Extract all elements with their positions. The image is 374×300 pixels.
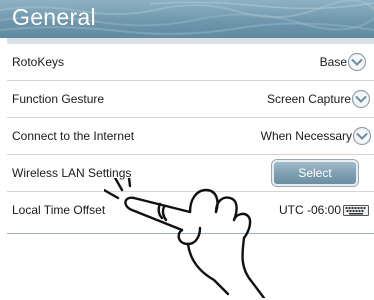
setting-label: Connect to the Internet — [12, 129, 135, 143]
setting-row-rotokeys[interactable]: RotoKeys Base — [7, 44, 374, 81]
setting-row-connect-internet[interactable]: Connect to the Internet When Necessary — [7, 118, 374, 155]
chevron-down-icon[interactable] — [347, 52, 367, 72]
setting-row-function-gesture[interactable]: Function Gesture Screen Capture — [7, 81, 374, 118]
keyboard-icon[interactable] — [343, 205, 369, 216]
chevron-down-icon[interactable] — [352, 126, 372, 146]
tap-gesture-hand-icon — [104, 178, 266, 298]
page-title: General — [12, 4, 96, 30]
setting-label: RotoKeys — [12, 55, 65, 69]
setting-value: When Necessary — [260, 129, 352, 143]
chevron-down-icon[interactable] — [351, 89, 371, 109]
setting-value: Base — [319, 55, 347, 69]
setting-value: Screen Capture — [266, 92, 351, 106]
setting-label: Function Gesture — [12, 92, 105, 106]
setting-label: Local Time Offset — [12, 203, 106, 217]
header-bar: General — [0, 0, 374, 38]
